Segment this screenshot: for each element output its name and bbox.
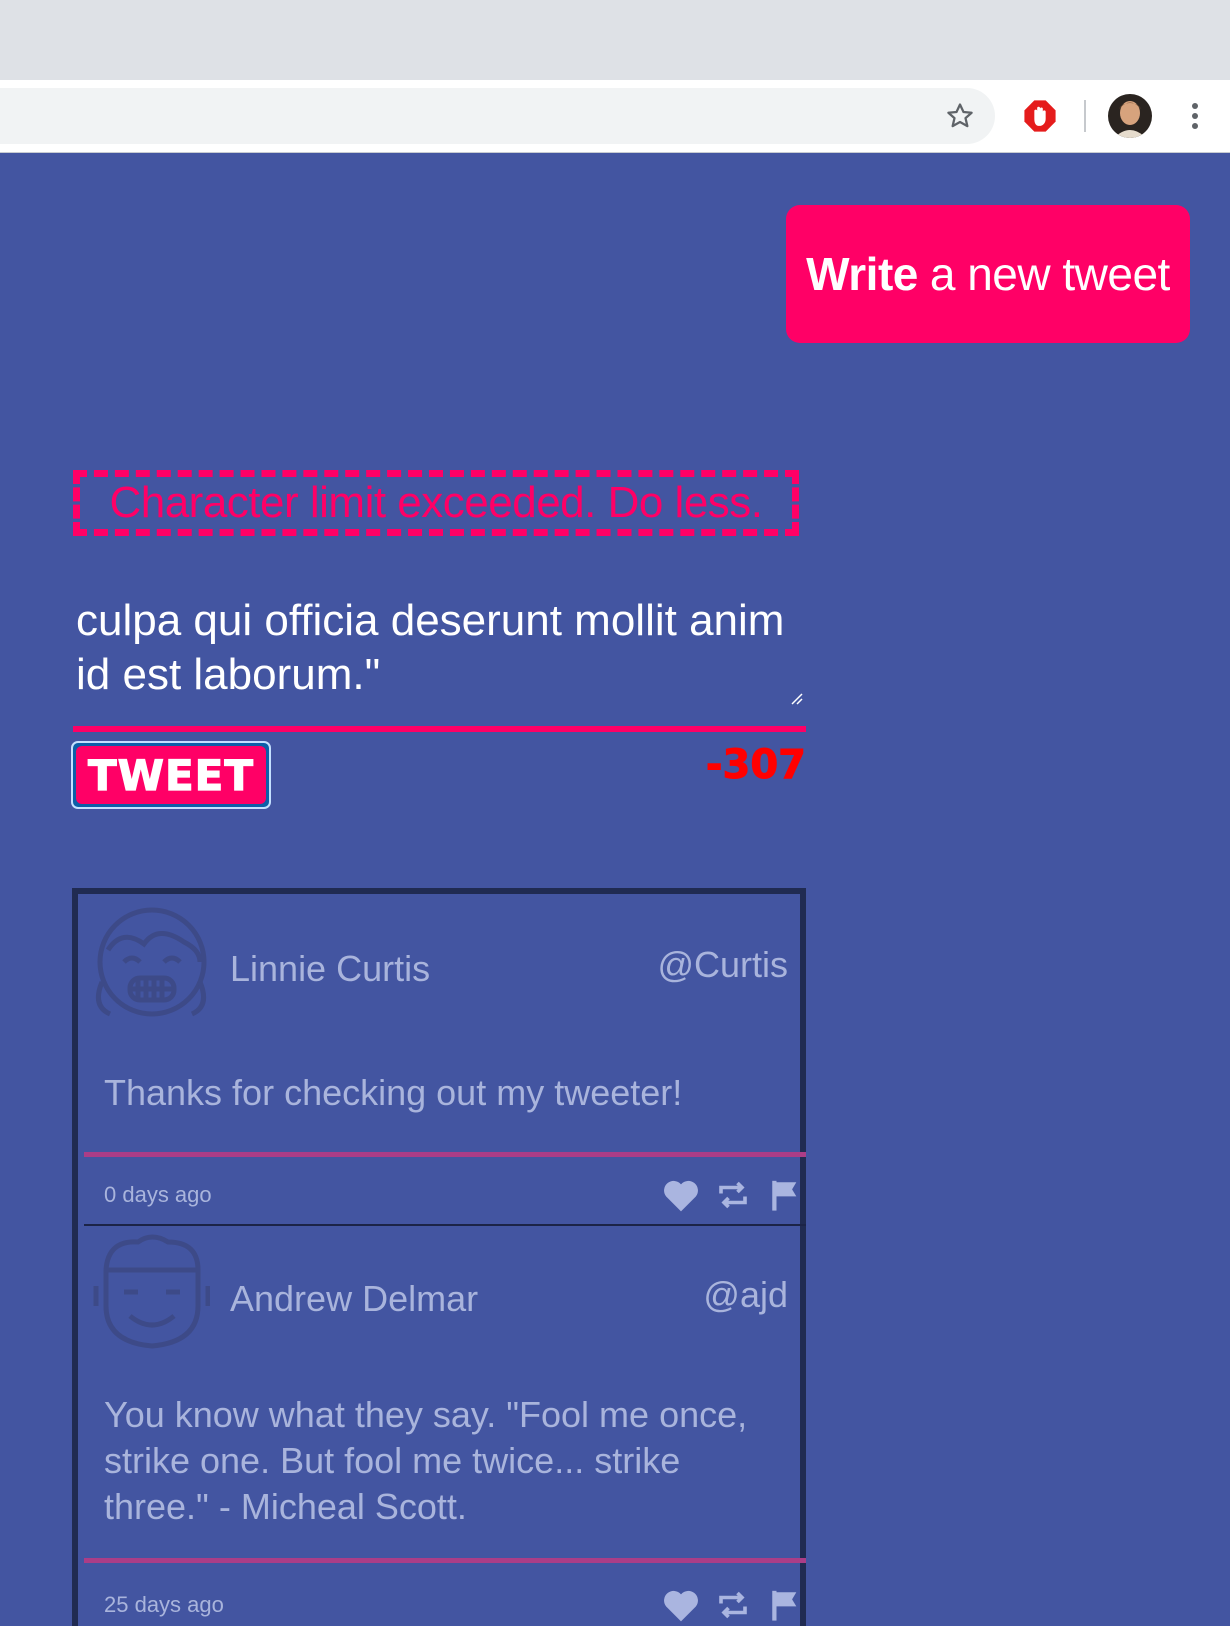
adblock-icon[interactable]: [1020, 96, 1060, 136]
browser-toolbar: [0, 80, 1230, 153]
tweet-author-name[interactable]: Linnie Curtis: [230, 948, 430, 990]
tweet-divider: [84, 1152, 806, 1157]
write-button-strong: Write: [806, 248, 918, 300]
star-icon[interactable]: [940, 96, 980, 136]
tweet-actions: [660, 1174, 806, 1216]
write-button-rest: a new tweet: [929, 248, 1170, 300]
tweet-separator: [84, 1224, 806, 1226]
tweet-timestamp: 0 days ago: [104, 1182, 212, 1207]
write-new-tweet-button[interactable]: Write a new tweet: [786, 205, 1190, 343]
tweet-card: Linnie Curtis @Curtis Thanks for checkin…: [84, 900, 806, 1224]
tweet-button-label: TWEET: [76, 746, 266, 804]
tweet-card: Andrew Delmar @ajd You know what they sa…: [84, 1230, 806, 1626]
tweet-body: You know what they say. "Fool me once, s…: [104, 1394, 748, 1527]
tweet-body: Thanks for checking out my tweeter!: [104, 1072, 683, 1113]
heart-icon[interactable]: [660, 1584, 702, 1626]
tweet-author-handle[interactable]: @Curtis: [657, 944, 788, 986]
browser-tab-strip: [0, 0, 1230, 80]
tweet-actions: [660, 1584, 806, 1626]
retweet-icon[interactable]: [712, 1584, 754, 1626]
tweet-author-name[interactable]: Andrew Delmar: [230, 1278, 478, 1320]
heart-icon[interactable]: [660, 1174, 702, 1216]
character-counter: -307: [705, 742, 806, 789]
character-limit-error: Character limit exceeded. Do less.: [73, 470, 799, 536]
address-bar[interactable]: [0, 88, 995, 144]
avatar-girl-icon: [95, 907, 207, 1017]
resize-grip-icon[interactable]: [789, 691, 803, 705]
tweet-textarea[interactable]: culpa qui officia deserunt mollit anim i…: [73, 594, 799, 712]
flag-icon[interactable]: [764, 1584, 806, 1626]
tweet-feed: Linnie Curtis @Curtis Thanks for checkin…: [72, 888, 806, 1626]
flag-icon[interactable]: [764, 1174, 806, 1216]
tweet-timestamp: 25 days ago: [104, 1592, 224, 1617]
avatar-boy-icon: [93, 1234, 210, 1349]
tweet-button[interactable]: TWEET: [71, 741, 271, 809]
menu-kebab-icon[interactable]: [1180, 96, 1210, 136]
tweet-divider: [84, 1558, 806, 1563]
toolbar-divider: [1084, 100, 1086, 132]
retweet-icon[interactable]: [712, 1174, 754, 1216]
compose-underline: [73, 726, 806, 732]
profile-avatar[interactable]: [1108, 94, 1152, 138]
tweet-author-handle[interactable]: @ajd: [703, 1274, 788, 1316]
